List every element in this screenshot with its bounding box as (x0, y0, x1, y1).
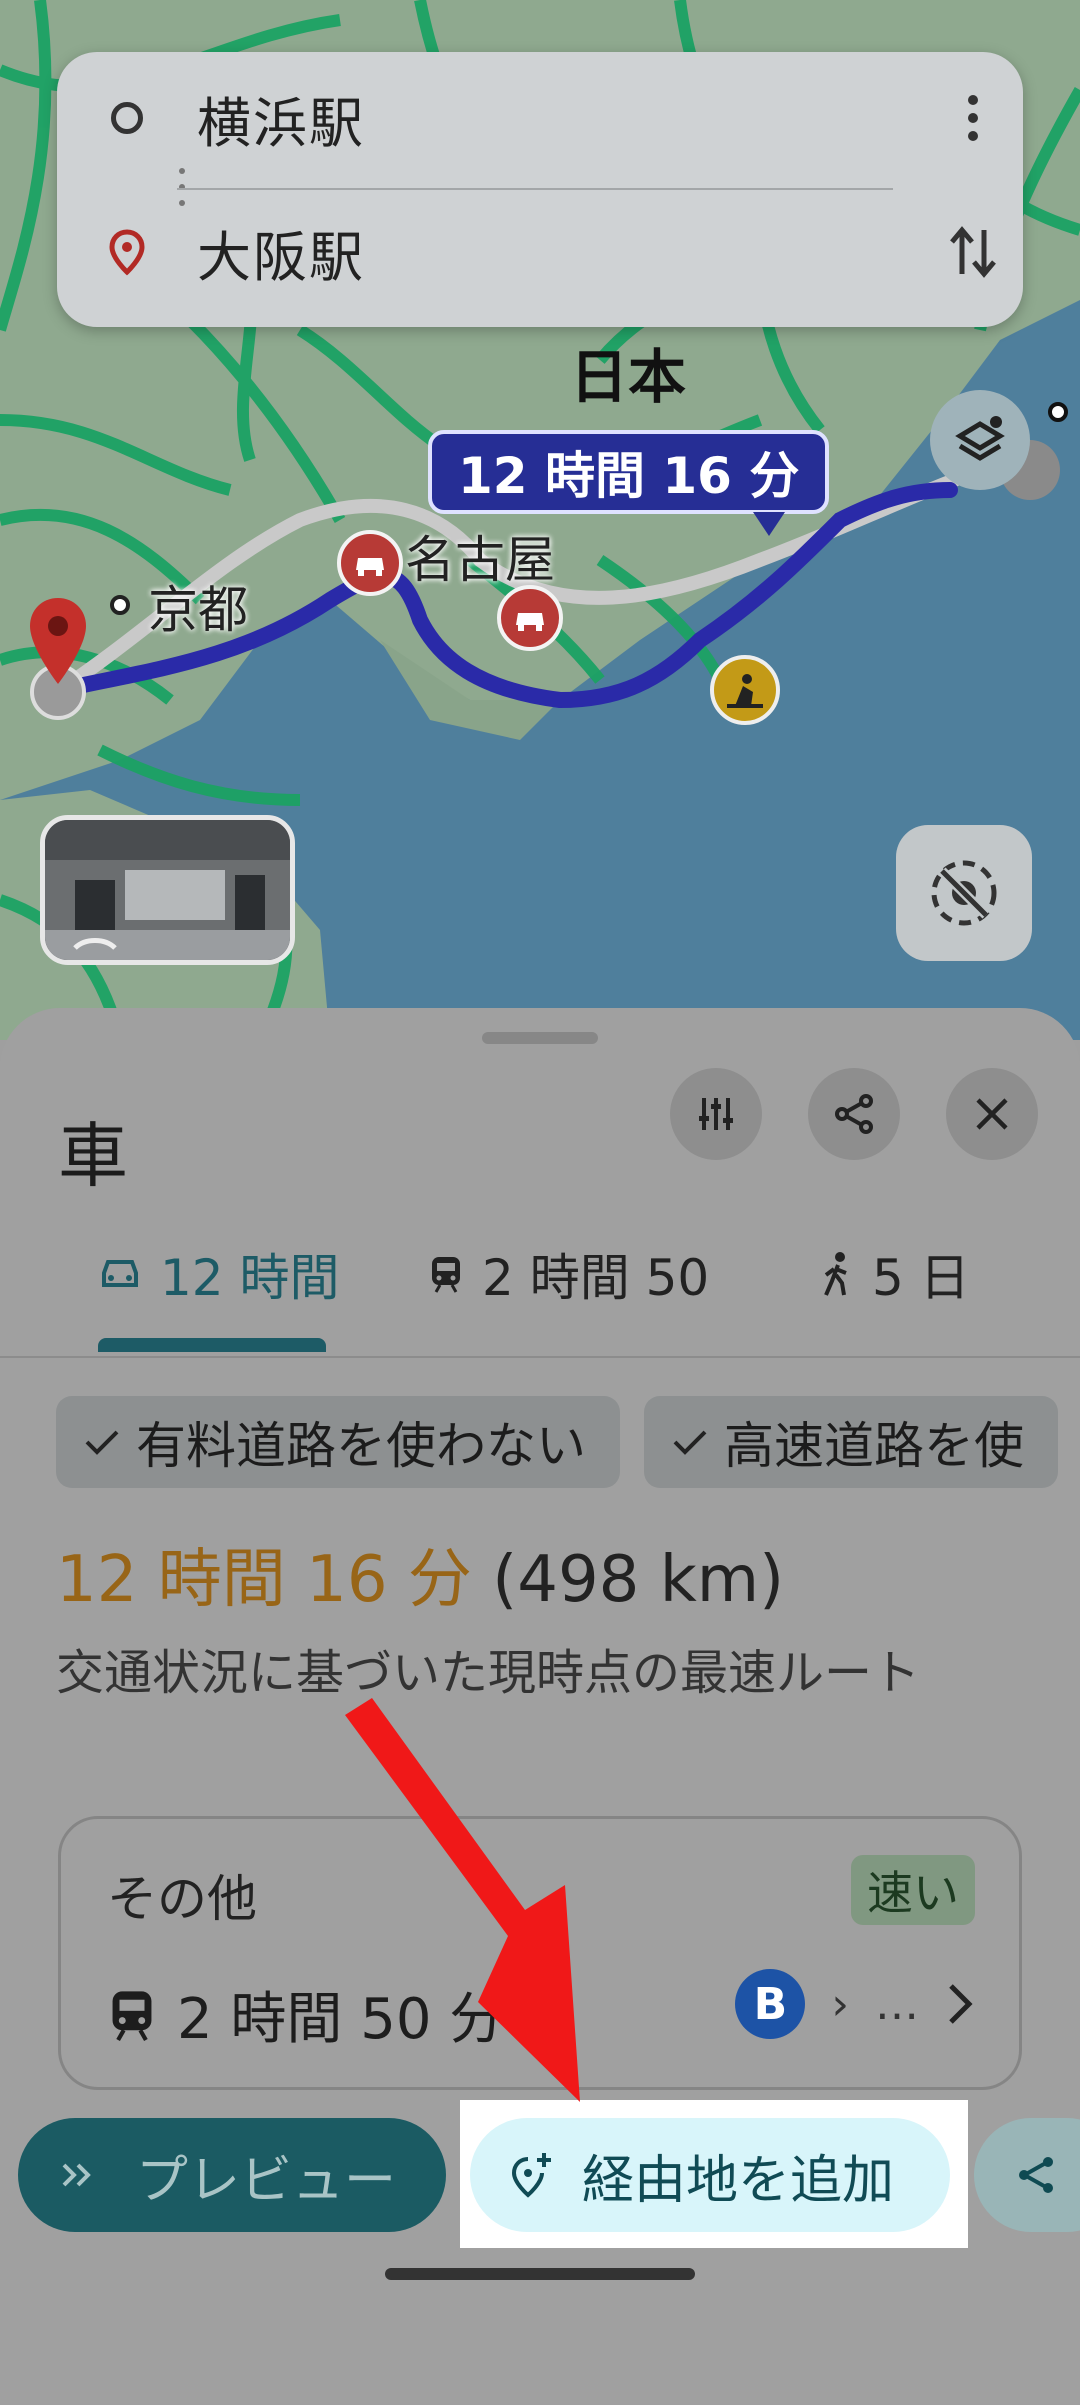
add-location-icon (511, 2153, 551, 2198)
map-label-kyoto: 京都 (148, 581, 248, 639)
fast-badge: 速い (851, 1855, 975, 1925)
transit-option-row: 2 時間 50 分 (107, 1974, 505, 2055)
route-option-chips: 有料道路を使わない 高速道路を使 (56, 1396, 1058, 1488)
tab-driving-label: 12 時間 (160, 1249, 340, 1307)
tab-driving[interactable]: 12 時間 (98, 1238, 340, 1310)
route-more-text: … (875, 1978, 919, 2030)
layers-button[interactable] (930, 390, 1030, 490)
traffic-incident-icon[interactable] (497, 585, 563, 651)
check-icon (85, 1430, 119, 1455)
small-chevron-icon: › (831, 1978, 849, 2030)
station-dot-icon (110, 595, 130, 615)
add-waypoint-button[interactable]: 経由地を追加 (470, 2118, 950, 2232)
check-icon (673, 1430, 707, 1455)
travel-mode-title: 車 (58, 1115, 128, 1197)
route-duration-bubble[interactable]: 12 時間 16 分 (428, 430, 830, 536)
share-button[interactable] (808, 1068, 900, 1160)
active-tab-indicator (98, 1338, 326, 1352)
train-icon (112, 1990, 152, 2041)
destination-text[interactable]: 大阪駅 (197, 213, 923, 292)
construction-icon[interactable] (710, 655, 780, 725)
divider (177, 188, 893, 190)
close-icon (976, 1098, 1008, 1130)
avoid-highways-chip[interactable]: 高速道路を使 (644, 1396, 1058, 1488)
map-label-country: 日本 (570, 343, 687, 411)
tab-walking-label: 5 日 (872, 1249, 970, 1307)
route-description: 交通状況に基づいた現時点の最速ルート (56, 1645, 921, 1701)
gesture-nav-bar[interactable] (385, 2268, 695, 2280)
more-options-button[interactable] (923, 95, 1023, 141)
car-icon (102, 1260, 138, 1287)
bottom-action-bar: プレビュー 経由地を追加 (0, 2100, 1080, 2260)
destination-row[interactable]: 大阪駅 (57, 192, 1023, 312)
other-options-title: その他 (107, 1870, 257, 1928)
route-distance: (498 km) (492, 1543, 785, 1617)
preview-button[interactable]: プレビュー (18, 2118, 446, 2232)
more-vert-icon (968, 95, 978, 141)
route-line-badge: B (735, 1969, 806, 2039)
walk-icon (824, 1252, 847, 1296)
route-summary[interactable]: 12 時間 16 分 (498 km) (56, 1528, 784, 1620)
double-chevron-icon (62, 2163, 91, 2187)
avoid-tolls-chip[interactable]: 有料道路を使わない (56, 1396, 620, 1488)
origin-row[interactable]: 横浜駅 (57, 58, 1023, 178)
recenter-button[interactable] (896, 825, 1032, 961)
other-options-card[interactable]: その他 速い 2 時間 50 分 B › … (58, 1816, 1022, 2090)
location-off-icon (931, 860, 997, 926)
travel-mode-tabs: 12 時間 2 時間 50 5 日 (0, 1208, 1080, 1358)
transit-time: 2 時間 50 分 (177, 1987, 506, 2052)
tab-walking[interactable]: 5 日 (820, 1238, 970, 1310)
train-icon (432, 1257, 460, 1293)
tab-transit[interactable]: 2 時間 50 (428, 1238, 709, 1310)
add-waypoint-label: 経由地を追加 (582, 2150, 895, 2211)
map-view[interactable]: 横浜駅 大阪駅 日本 12 時間 16 分 名古屋 京都 (0, 0, 1080, 1040)
avoid-tolls-label: 有料道路を使わない (136, 1417, 586, 1475)
swap-button[interactable] (923, 222, 1023, 282)
chevron-right-icon[interactable] (945, 1982, 975, 2026)
origin-circle-icon (111, 102, 143, 134)
origin-text[interactable]: 横浜駅 (197, 79, 923, 158)
share-icon (835, 1094, 873, 1134)
map-label-nagoya: 名古屋 (405, 531, 555, 589)
directions-bottom-sheet: 車 12 時間 2 時間 50 5 日 有料道路を使わない 高速道路を使 12 … (0, 1008, 1080, 2405)
drag-handle[interactable] (482, 1032, 598, 1044)
share-icon (1019, 2157, 1053, 2193)
route-options-button[interactable] (670, 1068, 762, 1160)
street-view-thumbnail[interactable] (40, 815, 295, 965)
directions-search-card: 横浜駅 大阪駅 (57, 52, 1023, 327)
tab-transit-label: 2 時間 50 (482, 1249, 710, 1307)
avoid-highways-label: 高速道路を使 (724, 1417, 1024, 1475)
close-button[interactable] (946, 1068, 1038, 1160)
transit-route-summary: B › … (735, 1969, 975, 2039)
destination-pin-icon (109, 229, 145, 276)
layers-icon (955, 416, 1005, 461)
preview-label: プレビュー (136, 2150, 397, 2211)
swap-vert-icon (950, 226, 996, 278)
destination-marker-icon[interactable] (22, 592, 92, 732)
traffic-incident-icon[interactable] (337, 530, 403, 596)
tune-icon (699, 1098, 733, 1130)
route-duration: 12 時間 16 分 (56, 1543, 472, 1617)
share-route-button[interactable] (974, 2118, 1080, 2232)
street-view-image (45, 820, 290, 960)
